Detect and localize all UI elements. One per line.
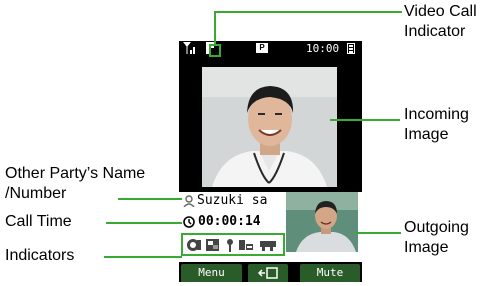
video-call-label-1: Video Call [404, 3, 477, 20]
outgoing-image [286, 192, 358, 252]
status-p-icon: P [256, 43, 268, 53]
camera-switch-softkey[interactable] [248, 264, 288, 282]
call-time-label: Call Time [5, 213, 72, 230]
incoming-image [202, 67, 337, 187]
video-call-callout-line [214, 11, 402, 13]
incoming-person-photo [202, 67, 337, 187]
clock-time: 10:00 [306, 42, 340, 55]
status-bar: P 10:00 [179, 41, 362, 56]
incoming-label-2: Image [404, 126, 449, 143]
camera-switch-icon [257, 267, 278, 279]
party-label-1: Other Party’s Name [5, 165, 146, 182]
indicators-callout-line [104, 256, 182, 258]
indicators-highlight-box [181, 233, 285, 256]
battery-icon [347, 43, 355, 54]
incoming-label-1: Incoming [404, 106, 469, 123]
video-call-label-2: Indicator [404, 23, 466, 40]
outgoing-person-photo [286, 192, 358, 252]
outgoing-callout-line [355, 232, 401, 234]
video-call-highlight-box [209, 44, 221, 57]
menu-softkey[interactable]: Menu [181, 264, 242, 282]
contact-icon [183, 195, 195, 207]
party-name: Suzuki sa [197, 193, 268, 208]
incoming-callout-line [330, 119, 400, 121]
party-label-2: /Number [5, 185, 67, 202]
call-timer-icon [183, 216, 195, 228]
mute-softkey[interactable]: Mute [300, 264, 360, 282]
party-callout-line [118, 198, 182, 200]
signal-antenna-icon [183, 42, 195, 54]
call-time: 00:00:14 [198, 214, 261, 229]
outgoing-label-1: Outgoing [404, 219, 469, 236]
outgoing-label-2: Image [404, 239, 449, 256]
video-call-callout-vline [214, 12, 216, 46]
indicators-label: Indicators [5, 247, 75, 264]
call-time-callout-line [106, 222, 182, 224]
